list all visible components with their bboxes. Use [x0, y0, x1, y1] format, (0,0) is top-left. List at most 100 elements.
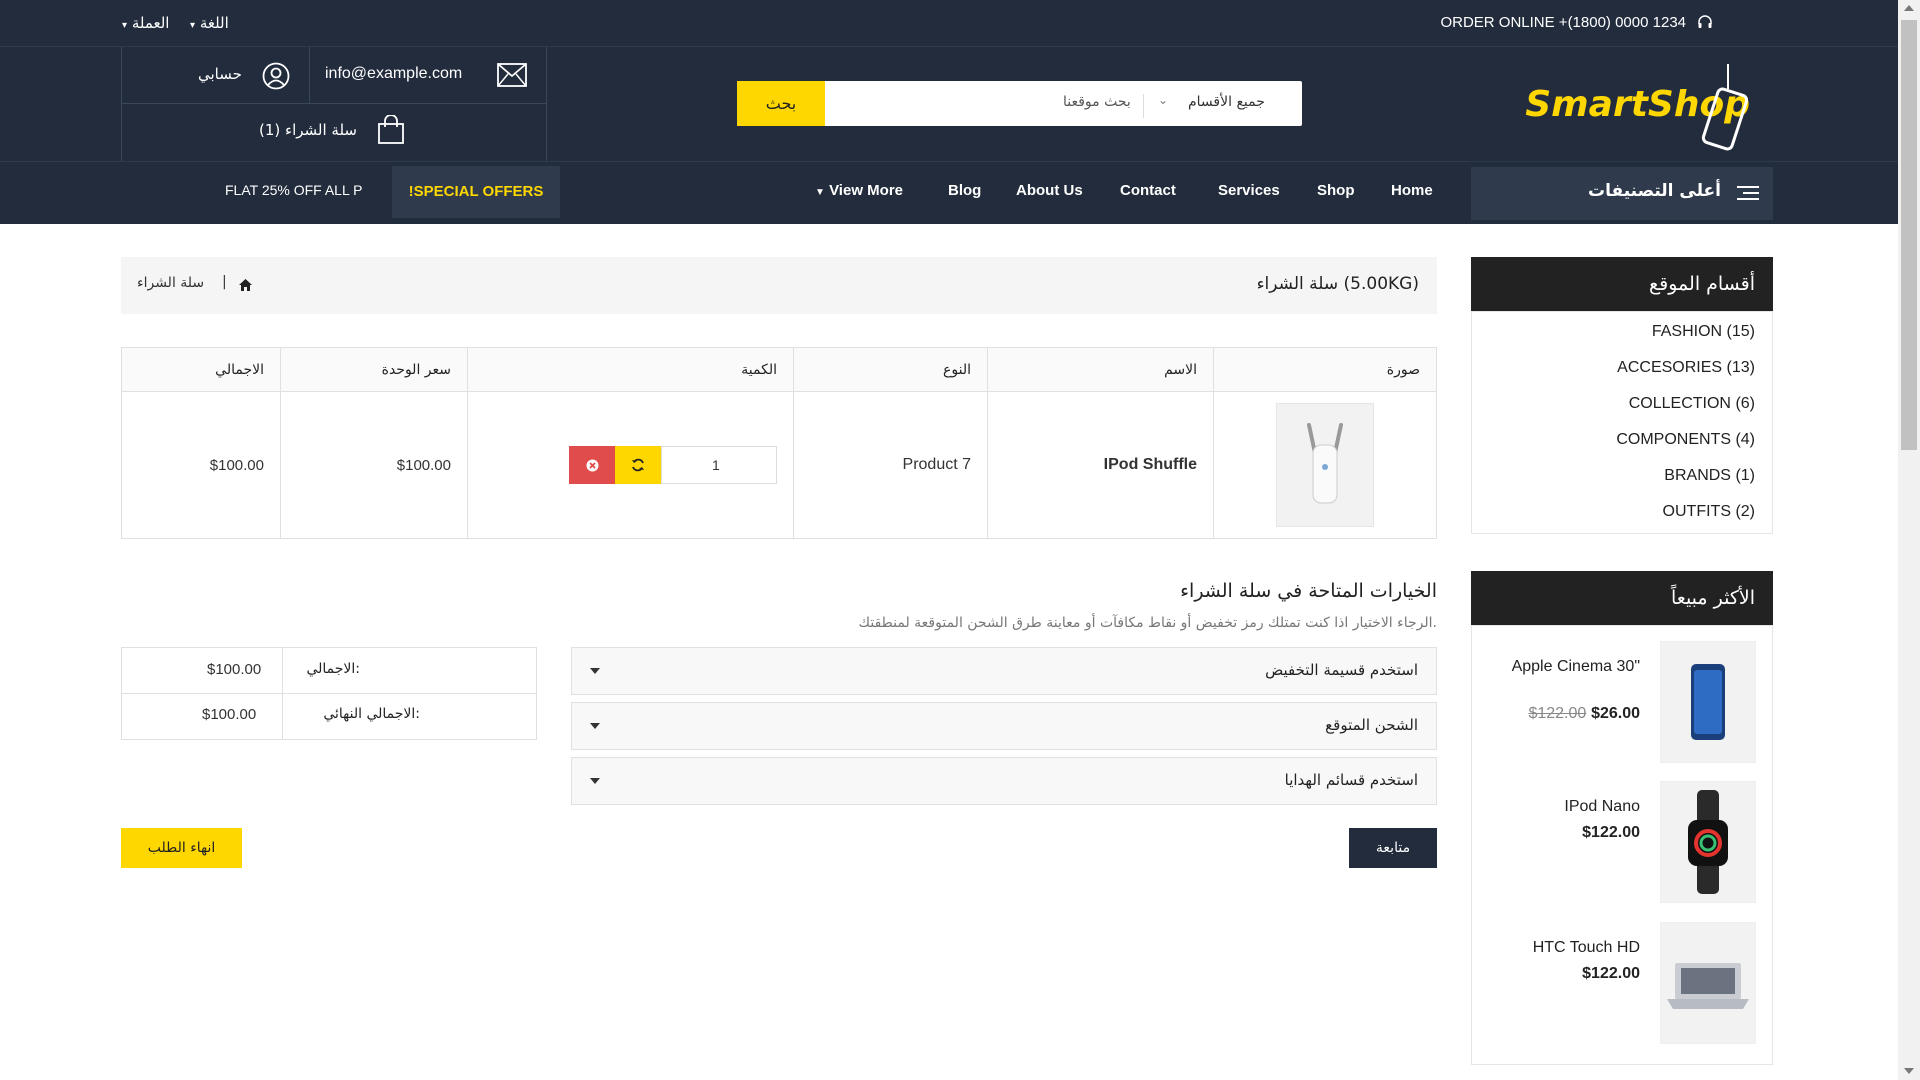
- category-item[interactable]: COLLECTION (6): [1629, 395, 1755, 413]
- col-total: الاجمالي: [121, 347, 281, 392]
- nav-about-us[interactable]: About Us: [1016, 182, 1083, 199]
- category-item[interactable]: BRANDS (1): [1664, 467, 1755, 485]
- wifi-extender-image: [1307, 423, 1343, 504]
- breadcrumb-separator: |: [222, 274, 227, 290]
- price: $122.00: [1582, 965, 1640, 982]
- subtotal-value: $100.00: [207, 661, 262, 678]
- row-image: [1213, 391, 1437, 539]
- category-item[interactable]: FASHION (15): [1652, 323, 1755, 341]
- cart-link[interactable]: سلة الشراء (1): [259, 121, 357, 139]
- bestseller-name[interactable]: HTC Touch HD: [1533, 939, 1640, 957]
- shipping-estimate-accordion[interactable]: الشحن المتوقع: [571, 702, 1437, 750]
- quantity-cell: 1: [467, 391, 794, 539]
- refresh-icon: [632, 458, 644, 472]
- categories-title: أقسام الموقع: [1471, 257, 1773, 311]
- shopping-bag-icon[interactable]: [377, 115, 405, 145]
- mail-icon: [497, 63, 527, 87]
- logo-phone-icon: [1701, 64, 1749, 151]
- accordion-label: استخدم قسائم الهدايا: [1284, 771, 1418, 789]
- totals-table: الاجمالي: $100.00 الاجمالي النهائي: $100…: [121, 647, 537, 740]
- bestseller-price-row: $122.00 $26.00: [1528, 704, 1640, 723]
- continue-button[interactable]: متابعة: [1349, 828, 1437, 868]
- row-name[interactable]: IPod Shuffle: [987, 391, 1214, 539]
- caret-down-icon: [590, 778, 600, 784]
- category-item[interactable]: COMPONENTS (4): [1616, 431, 1755, 449]
- watch-image: [1688, 790, 1728, 894]
- scroll-up-arrow[interactable]: [1904, 5, 1914, 11]
- bestseller-name[interactable]: IPod Nano: [1564, 798, 1640, 816]
- total-label: الاجمالي النهائي:: [323, 706, 420, 722]
- cart-table: الاجمالي سعر الوحدة الكمية النوع الاسم ص…: [121, 347, 1437, 539]
- table-header-row: الاجمالي سعر الوحدة الكمية النوع الاسم ص…: [121, 347, 1437, 392]
- nav-view-more[interactable]: ▼ View More: [815, 182, 903, 199]
- breadcrumb-current[interactable]: سلة الشراء: [137, 275, 204, 291]
- top-categories-button[interactable]: أعلى التصنيفات: [1471, 167, 1773, 220]
- col-unit-price: سعر الوحدة: [280, 347, 468, 392]
- col-model: النوع: [793, 347, 988, 392]
- search-divider: [1143, 94, 1144, 118]
- update-button[interactable]: [615, 446, 661, 484]
- chevron-down-icon: ⌄: [1158, 93, 1169, 107]
- breadcrumb: سلة الشراء (5.00KG) | سلة الشراء: [121, 257, 1437, 314]
- divider: [122, 693, 536, 694]
- caret-down-icon: ▼: [815, 187, 825, 198]
- category-item[interactable]: OUTFITS (2): [1663, 503, 1755, 521]
- nav-home[interactable]: Home: [1391, 182, 1433, 199]
- close-icon: [586, 459, 598, 471]
- accordion-label: الشحن المتوقع: [1325, 716, 1418, 734]
- col-name: الاسم: [987, 347, 1214, 392]
- total-value: $100.00: [202, 706, 257, 723]
- special-offers-button[interactable]: !SPECIAL OFFERS: [392, 166, 560, 218]
- search-category-select[interactable]: جميع الأقسام: [1188, 94, 1265, 110]
- options-subtitle: الرجاء الاختيار اذا كنت تمتلك رمز تخفيض …: [858, 615, 1437, 631]
- top-bar: ORDER ONLINE +(1800) 0000 1234 ▾ العملة …: [0, 0, 1898, 47]
- price: $122.00: [1582, 824, 1640, 841]
- product-thumbnail[interactable]: [1660, 922, 1756, 1044]
- nav-services[interactable]: Services: [1218, 182, 1280, 199]
- top-categories-label: أعلى التصنيفات: [1588, 181, 1721, 201]
- search-input[interactable]: بحث موقعنا: [1063, 94, 1131, 110]
- menu-icon: [1737, 186, 1759, 200]
- nav-view-more-label: View More: [829, 182, 903, 199]
- old-price: $122.00: [1528, 705, 1587, 722]
- price: $26.00: [1591, 705, 1640, 722]
- caret-down-icon: [590, 668, 600, 674]
- scroll-down-arrow[interactable]: [1904, 1068, 1914, 1074]
- accordion-label: استخدم قسيمة التخفيض: [1265, 661, 1418, 679]
- checkout-button[interactable]: انهاء الطلب: [121, 828, 242, 868]
- bestseller-name[interactable]: Apple Cinema 30": [1490, 658, 1640, 676]
- phone-image: [1691, 664, 1725, 740]
- currency-label: العملة: [131, 14, 170, 32]
- bestsellers-title: الأكثر مبيعاً: [1471, 571, 1773, 625]
- language-label: اللغة: [199, 14, 229, 32]
- remove-button[interactable]: [569, 446, 615, 484]
- product-thumbnail[interactable]: [1276, 403, 1374, 527]
- nav-contact[interactable]: Contact: [1120, 182, 1176, 199]
- scrollbar-thumb[interactable]: [1901, 20, 1917, 450]
- currency-dropdown[interactable]: ▾ العملة: [122, 14, 169, 32]
- category-item[interactable]: ACCESORIES (13): [1617, 359, 1755, 377]
- divider: [121, 103, 547, 104]
- coupon-accordion[interactable]: استخدم قسيمة التخفيض: [571, 647, 1437, 695]
- language-dropdown[interactable]: ▾ اللغة: [190, 14, 229, 32]
- page-scrollbar[interactable]: [1898, 0, 1920, 1080]
- email-link[interactable]: info@example.com: [325, 65, 462, 83]
- search-button[interactable]: بحث: [737, 81, 825, 126]
- divider: [309, 47, 310, 103]
- nav-blog[interactable]: Blog: [948, 182, 981, 199]
- options-title: الخيارات المتاحة في سلة الشراء: [1180, 580, 1437, 602]
- row-total: $100.00: [121, 391, 281, 539]
- table-row: $100.00 $100.00 1 Product 7 IPod Shuffle: [121, 391, 1437, 539]
- nav-shop[interactable]: Shop: [1317, 182, 1355, 199]
- home-icon[interactable]: [238, 278, 253, 292]
- account-link[interactable]: حسابي: [198, 65, 242, 83]
- laptop-image: [1667, 963, 1749, 1009]
- gift-voucher-accordion[interactable]: استخدم قسائم الهدايا: [571, 757, 1437, 805]
- product-thumbnail[interactable]: [1660, 641, 1756, 763]
- subtotal-label: الاجمالي:: [306, 661, 360, 677]
- categories-list: [1471, 311, 1773, 534]
- col-image: صورة: [1213, 347, 1437, 392]
- row-unit-price: $100.00: [280, 391, 468, 539]
- product-thumbnail[interactable]: [1660, 781, 1756, 903]
- quantity-input[interactable]: 1: [661, 446, 777, 484]
